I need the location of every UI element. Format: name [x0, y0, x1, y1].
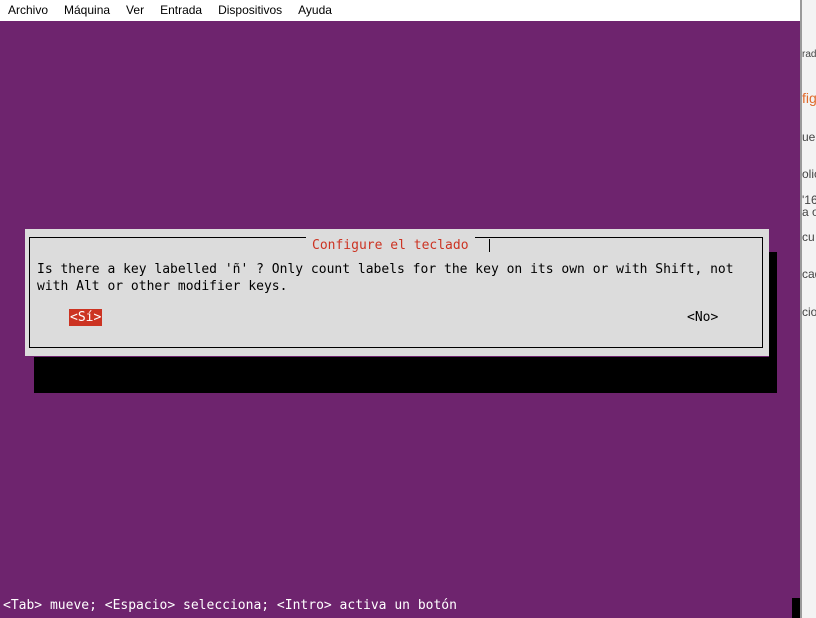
bg-fragment: cad [802, 267, 816, 281]
no-button[interactable]: <No> [686, 309, 719, 326]
menu-bar: Archivo Máquina Ver Entrada Dispositivos… [0, 0, 802, 21]
bg-fragment: ue [802, 130, 816, 144]
dialog-message: Is there a key labelled 'ñ' ? Only count… [37, 262, 734, 294]
dialog-shadow-right [769, 252, 777, 393]
bg-fragment: fig [802, 90, 816, 106]
menu-maquina[interactable]: Máquina [56, 0, 118, 21]
background-window-sliver: rad fig ue olic '16 a o cu cad cion [802, 0, 816, 618]
virtualbox-window: Archivo Máquina Ver Entrada Dispositivos… [0, 0, 802, 618]
terminal-cursor [792, 598, 800, 618]
menu-entrada[interactable]: Entrada [152, 0, 210, 21]
bg-fragment: cion [802, 305, 816, 319]
bg-fragment: a o [802, 205, 816, 219]
dialog-title: Configure el teclado [306, 237, 475, 255]
yes-button[interactable]: <Sí> [69, 309, 103, 326]
bg-fragment: rad [802, 49, 816, 60]
menu-archivo[interactable]: Archivo [0, 0, 56, 21]
bg-fragment: olic [802, 167, 816, 181]
menu-ver[interactable]: Ver [118, 0, 152, 21]
menu-ayuda[interactable]: Ayuda [290, 0, 340, 21]
title-right-tick [489, 239, 490, 252]
bg-fragment: cu [802, 230, 815, 244]
menu-dispositivos[interactable]: Dispositivos [210, 0, 290, 21]
help-status-line: <Tab> mueve; <Espacio> selecciona; <Intr… [3, 598, 457, 613]
vm-screen[interactable]: Configure el teclado Is there a key labe… [0, 21, 800, 618]
dialog-shadow [34, 357, 777, 393]
keyboard-config-dialog: Configure el teclado Is there a key labe… [25, 229, 769, 356]
